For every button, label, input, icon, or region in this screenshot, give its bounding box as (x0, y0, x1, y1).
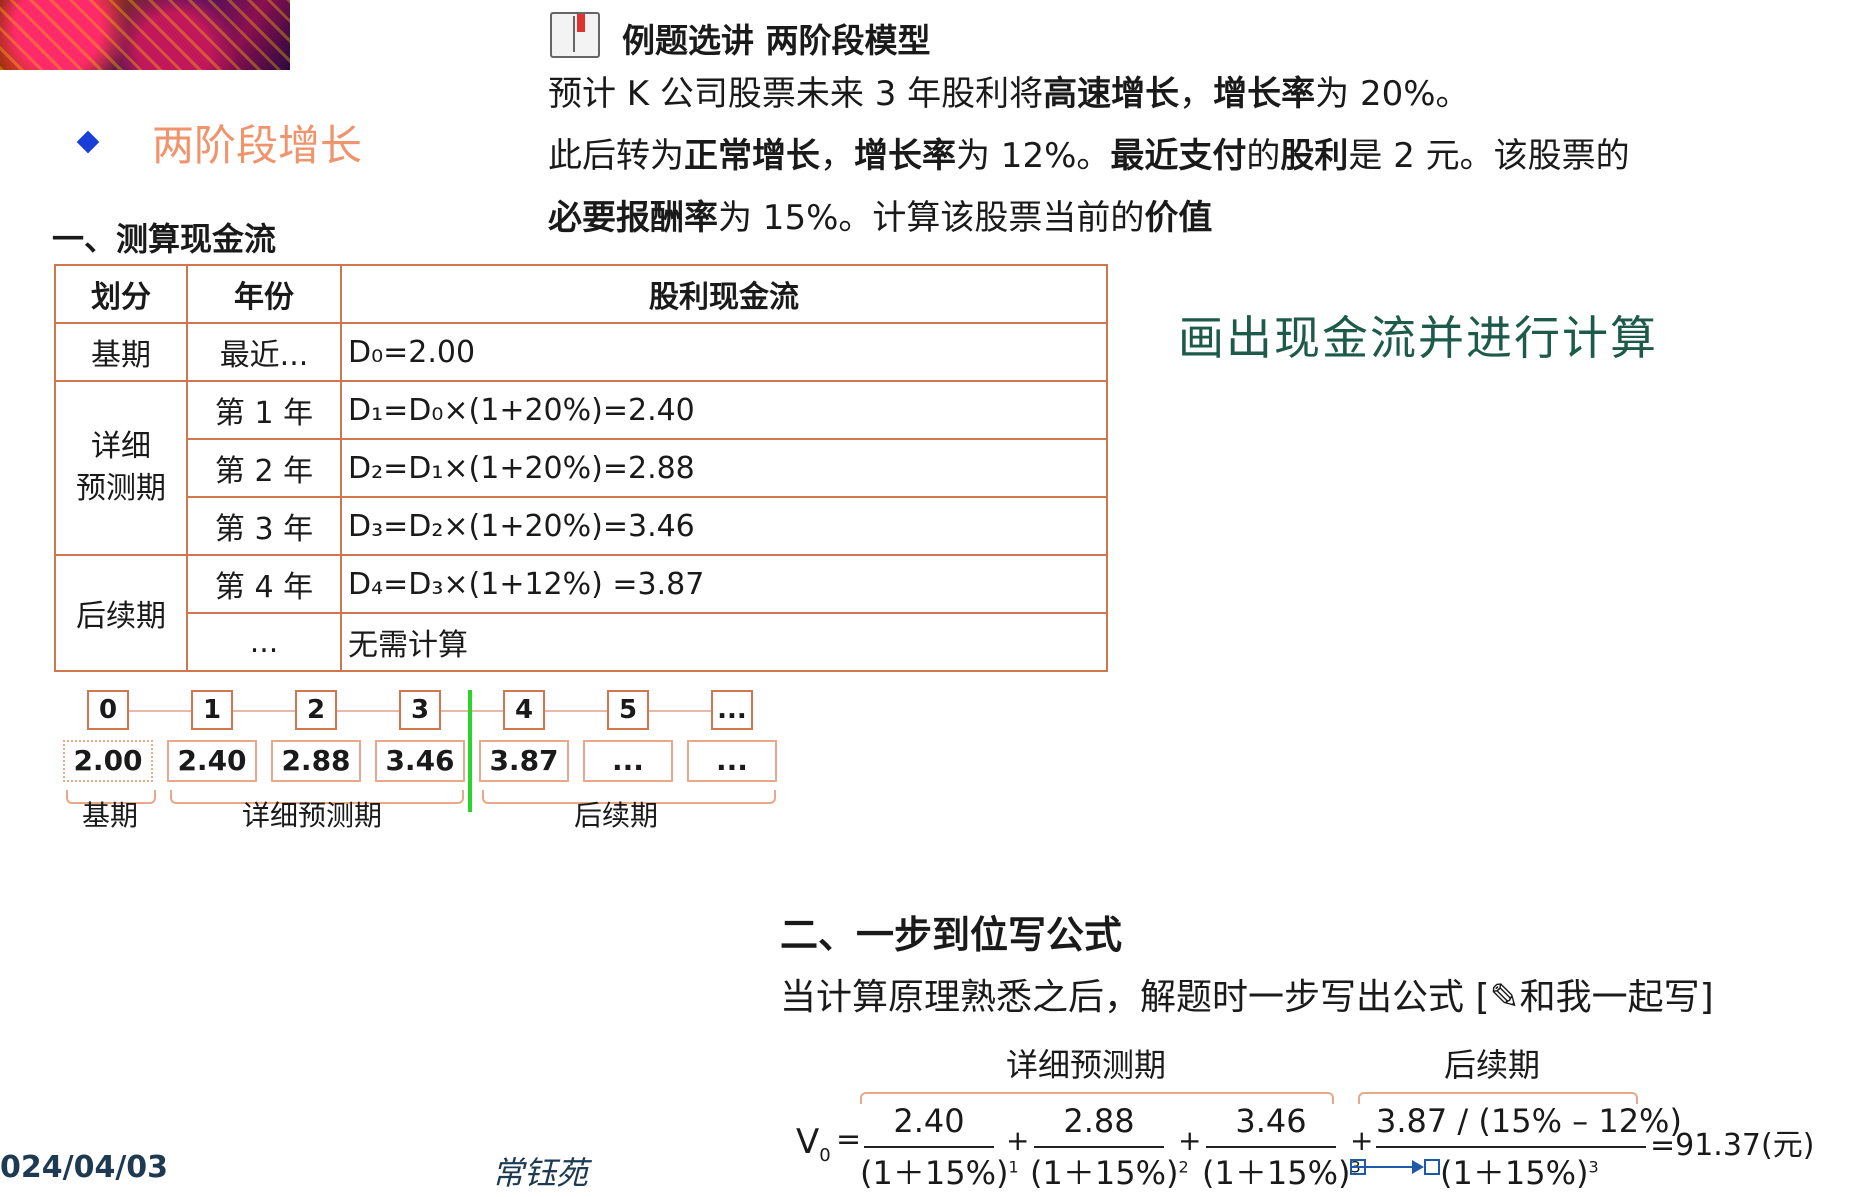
phase-cell: 详细 预测期 (54, 380, 188, 556)
header-cashflow: 股利现金流 (340, 264, 1108, 324)
problem-line-2: 此后转为正常增长，增长率为 12%。最近支付的股利是 2 元。该股票的 (548, 136, 1630, 176)
brace-label-forecast: 详细预测期 (1006, 1046, 1167, 1084)
value-box: 2.00 (63, 740, 153, 782)
period-box: ... (711, 690, 753, 730)
diamond-bullet-icon (76, 130, 100, 154)
phase-cell: 后续期 (54, 554, 188, 672)
denominator: (1＋15%)3 (1440, 1154, 1599, 1192)
value-box: 2.88 (271, 740, 361, 782)
value-box: ... (583, 740, 673, 782)
denominator: (1＋15%)1 (860, 1154, 1019, 1192)
period-box: 0 (87, 690, 129, 730)
period-box: 1 (191, 690, 233, 730)
denominator: (1＋15%)3 (1202, 1154, 1361, 1192)
value-box: 2.40 (167, 740, 257, 782)
phase-divider (468, 690, 472, 812)
value-box: 3.87 (479, 740, 569, 782)
problem-line-1: 预计 K 公司股票未来 3 年股利将高速增长，增长率为 20%。 (548, 74, 1470, 114)
cashflow-cell: D₄=D₃×(1+12%) =3.87 (340, 554, 1108, 614)
year-cell: 第 4 年 (186, 554, 342, 614)
table-row: 第 2 年 D₂=D₁×(1+20%)=2.88 (55, 438, 1108, 498)
numerator: 3.87 / (15% – 12%) (1376, 1102, 1682, 1140)
numerator: 3.46 (1235, 1102, 1307, 1140)
table-row: ... 无需计算 (55, 612, 1108, 672)
table-row: 基期 最近... D₀=2.00 (54, 322, 1108, 382)
table-row: 详细 预测期 第 1 年 D₁=D₀×(1+20%)=2.40 (54, 380, 1108, 556)
timeline-label-forecast: 详细预测期 (242, 799, 383, 832)
table-row: 第 3 年 D₃=D₂×(1+20%)=3.46 (55, 496, 1108, 556)
cashflow-cell: D₁=D₀×(1+20%)=2.40 (340, 380, 1108, 440)
section2-description: 当计算原理熟悉之后，解题时一步写出公式 [✎和我一起写] (780, 977, 1714, 1018)
value-box: 3.46 (375, 740, 465, 782)
period-box: 5 (607, 690, 649, 730)
header-phase: 划分 (54, 264, 188, 324)
timeline-label-subsequent: 后续期 (574, 799, 659, 832)
numerator: 2.88 (1063, 1102, 1135, 1140)
denominator: (1＋15%)2 (1030, 1154, 1189, 1192)
year-cell: 最近... (186, 322, 342, 382)
formula-result: =91.37(元) (1650, 1128, 1815, 1163)
phase-cell: 基期 (54, 322, 188, 382)
book-icon (550, 12, 600, 58)
section2-heading: 二、一步到位写公式 (780, 913, 1123, 957)
plus-sign: + (1178, 1124, 1202, 1157)
cashflow-cell: D₀=2.00 (340, 322, 1108, 382)
arrow-end-square (1424, 1159, 1440, 1175)
year-cell: 第 2 年 (186, 438, 342, 498)
cashflow-table: 划分 年份 股利现金流 基期 最近... D₀=2.00 详细 预测期 第 1 年… (54, 264, 1108, 672)
period-box: 2 (295, 690, 337, 730)
cashflow-cell: D₂=D₁×(1+20%)=2.88 (340, 438, 1108, 498)
period-box: 4 (503, 690, 545, 730)
slide-title: 两阶段增长 (152, 121, 363, 170)
header-year: 年份 (186, 264, 342, 324)
value-box: ... (687, 740, 777, 782)
brace-label-subsequent: 后续期 (1444, 1046, 1541, 1084)
problem-line-3: 必要报酬率为 15%。计算该股票当前的价值 (548, 198, 1213, 238)
example-title: 例题选讲 两阶段模型 (622, 21, 931, 60)
side-note: 画出现金流并进行计算 (1178, 311, 1658, 365)
cashflow-cell: 无需计算 (340, 612, 1108, 672)
decorative-image (0, 0, 290, 70)
footer-author: 常钰苑 (492, 1154, 589, 1192)
numerator: 2.40 (893, 1102, 965, 1140)
year-cell: 第 3 年 (186, 496, 342, 556)
plus-sign: + (1350, 1124, 1374, 1157)
cashflow-cell: D₃=D₂×(1+20%)=3.46 (340, 496, 1108, 556)
footer-date: 024/04/03 (0, 1150, 169, 1185)
timeline-label-base: 基期 (82, 799, 139, 832)
table-header-row: 划分 年份 股利现金流 (54, 264, 1108, 324)
arrow-icon (1352, 1160, 1424, 1174)
table-row: 后续期 第 4 年 D₄=D₃×(1+12%) =3.87 (54, 554, 1108, 672)
section1-heading: 一、测算现金流 (52, 220, 277, 258)
year-cell: ... (186, 612, 342, 672)
period-box: 3 (399, 690, 441, 730)
plus-sign: + (1006, 1124, 1030, 1157)
v0-symbol: V0 (796, 1122, 831, 1166)
equals-sign: = (836, 1122, 862, 1157)
year-cell: 第 1 年 (186, 380, 342, 440)
